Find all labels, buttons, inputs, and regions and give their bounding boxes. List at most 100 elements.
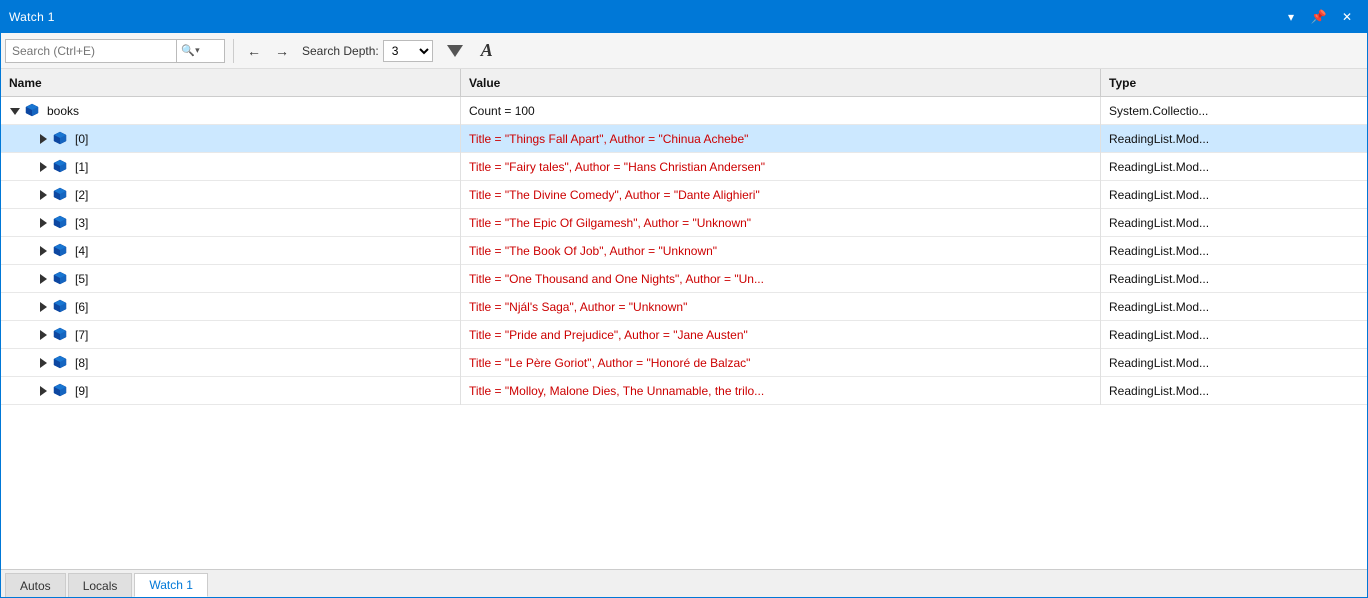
- table-row[interactable]: [3]Title = "The Epic Of Gilgamesh", Auth…: [1, 209, 1367, 237]
- cube-icon: [53, 131, 67, 148]
- tab-autos[interactable]: Autos: [5, 573, 66, 597]
- cube-icon: [53, 215, 67, 232]
- table-row[interactable]: [9] Title = "Molloy, Malone Dies, The Unn…: [1, 377, 1367, 405]
- search-input[interactable]: [6, 44, 176, 58]
- expand-arrow[interactable]: [37, 161, 49, 173]
- search-icon: 🔍: [181, 44, 195, 57]
- value-cell: Title = "Fairy tales", Author = "Hans Ch…: [461, 153, 1101, 181]
- column-header-type: Type: [1101, 69, 1351, 97]
- value-cell: Title = "Njál's Saga", Author = "Unknown…: [461, 293, 1101, 321]
- search-depth-label: Search Depth:: [302, 44, 379, 58]
- column-header-name: Name: [1, 69, 461, 97]
- depth-select[interactable]: 1 2 3 4 5: [383, 40, 433, 62]
- variable-name: [4]: [75, 244, 88, 258]
- table-row[interactable]: [2]Title = "The Divine Comedy", Author =…: [1, 181, 1367, 209]
- toolbar-separator-1: [233, 39, 234, 63]
- table-row[interactable]: [7]Title = "Pride and Prejudice", Author…: [1, 321, 1367, 349]
- table-row[interactable]: [6] Title = "Njál's Saga", Author = "Unkn…: [1, 293, 1367, 321]
- cube-icon: [53, 159, 67, 176]
- expand-arrow[interactable]: [37, 273, 49, 285]
- back-button[interactable]: ←: [242, 39, 266, 63]
- cube-icon: [53, 383, 67, 400]
- name-cell: [5]: [1, 265, 461, 293]
- cube-icon: [53, 355, 67, 372]
- table-row[interactable]: [0] Title = "Things Fall Apart", Author =…: [1, 125, 1367, 153]
- expand-arrow[interactable]: [37, 301, 49, 313]
- variable-name: [3]: [75, 216, 88, 230]
- table-row[interactable]: [1] Title = "Fairy tales", Author = "Hans…: [1, 153, 1367, 181]
- dropdown-button[interactable]: ▾: [1279, 5, 1303, 29]
- title-bar-text: Watch 1: [9, 10, 1279, 24]
- expand-arrow[interactable]: [37, 385, 49, 397]
- variable-name: [8]: [75, 356, 88, 370]
- value-cell: Title = "One Thousand and One Nights", A…: [461, 265, 1101, 293]
- type-cell: System.Collectio...: [1101, 97, 1367, 125]
- pin-icon: 📌: [1311, 9, 1327, 25]
- value-cell: Count = 100: [461, 97, 1101, 125]
- font-button[interactable]: A: [473, 38, 501, 64]
- name-cell: [6]: [1, 293, 461, 321]
- name-cell: [7]: [1, 321, 461, 349]
- value-cell: Title = "The Book Of Job", Author = "Unk…: [461, 237, 1101, 265]
- search-options-button[interactable]: 🔍 ▾: [176, 40, 204, 62]
- name-cell: books: [1, 97, 461, 125]
- table-body: books Count = 100System.Collectio... [0] T…: [1, 97, 1367, 569]
- table-header: Name Value Type: [1, 69, 1367, 97]
- type-cell: ReadingList.Mod...: [1101, 209, 1367, 237]
- type-cell: ReadingList.Mod...: [1101, 237, 1367, 265]
- tab-watch-1[interactable]: Watch 1: [134, 573, 208, 597]
- variable-name: [9]: [75, 384, 88, 398]
- expand-arrow[interactable]: [37, 245, 49, 257]
- table-row[interactable]: [5]Title = "One Thousand and One Nights"…: [1, 265, 1367, 293]
- tab-locals[interactable]: Locals: [68, 573, 133, 597]
- variable-name: books: [47, 104, 79, 118]
- search-box: 🔍 ▾: [5, 39, 225, 63]
- search-dropdown-arrow: ▾: [195, 45, 200, 56]
- cube-icon: [53, 271, 67, 288]
- type-cell: ReadingList.Mod...: [1101, 153, 1367, 181]
- expand-collapse-arrow[interactable]: [9, 105, 21, 117]
- name-cell: [9]: [1, 377, 461, 405]
- expand-arrow[interactable]: [37, 217, 49, 229]
- title-bar-controls: ▾ 📌 ✕: [1279, 5, 1359, 29]
- cube-icon: [53, 187, 67, 204]
- title-bar: Watch 1 ▾ 📌 ✕: [1, 1, 1367, 33]
- name-cell: [8]: [1, 349, 461, 377]
- name-cell: [1]: [1, 153, 461, 181]
- pin-button[interactable]: 📌: [1307, 5, 1331, 29]
- cube-icon: [53, 243, 67, 260]
- table-row[interactable]: books Count = 100System.Collectio...: [1, 97, 1367, 125]
- value-cell: Title = "The Divine Comedy", Author = "D…: [461, 181, 1101, 209]
- value-cell: Title = "Things Fall Apart", Author = "C…: [461, 125, 1101, 153]
- table-container: Name Value Type books Count = 100System.C…: [1, 69, 1367, 569]
- value-cell: Title = "Pride and Prejudice", Author = …: [461, 321, 1101, 349]
- cube-icon: [53, 299, 67, 316]
- column-header-value: Value: [461, 69, 1101, 97]
- font-icon: A: [481, 40, 493, 61]
- watch-window: Watch 1 ▾ 📌 ✕ 🔍 ▾ ← → Search Depth: 1 2 …: [0, 0, 1368, 598]
- toolbar: 🔍 ▾ ← → Search Depth: 1 2 3 4 5 A: [1, 33, 1367, 69]
- table-row[interactable]: [4] Title = "The Book Of Job", Author = "…: [1, 237, 1367, 265]
- name-cell: [4]: [1, 237, 461, 265]
- type-cell: ReadingList.Mod...: [1101, 321, 1367, 349]
- variable-name: [0]: [75, 132, 88, 146]
- expand-arrow[interactable]: [37, 329, 49, 341]
- name-cell: [0]: [1, 125, 461, 153]
- type-cell: ReadingList.Mod...: [1101, 181, 1367, 209]
- close-button[interactable]: ✕: [1335, 5, 1359, 29]
- variable-name: [1]: [75, 160, 88, 174]
- type-cell: ReadingList.Mod...: [1101, 125, 1367, 153]
- variable-name: [6]: [75, 300, 88, 314]
- value-cell: Title = "Molloy, Malone Dies, The Unnama…: [461, 377, 1101, 405]
- type-cell: ReadingList.Mod...: [1101, 377, 1367, 405]
- value-cell: Title = "Le Père Goriot", Author = "Hono…: [461, 349, 1101, 377]
- filter-button[interactable]: [441, 38, 469, 64]
- expand-arrow[interactable]: [37, 357, 49, 369]
- table-row[interactable]: [8] Title = "Le Père Goriot", Author = "H…: [1, 349, 1367, 377]
- forward-button[interactable]: →: [270, 39, 294, 63]
- expand-arrow[interactable]: [37, 189, 49, 201]
- cube-icon: [53, 327, 67, 344]
- name-cell: [3]: [1, 209, 461, 237]
- name-cell: [2]: [1, 181, 461, 209]
- expand-arrow[interactable]: [37, 133, 49, 145]
